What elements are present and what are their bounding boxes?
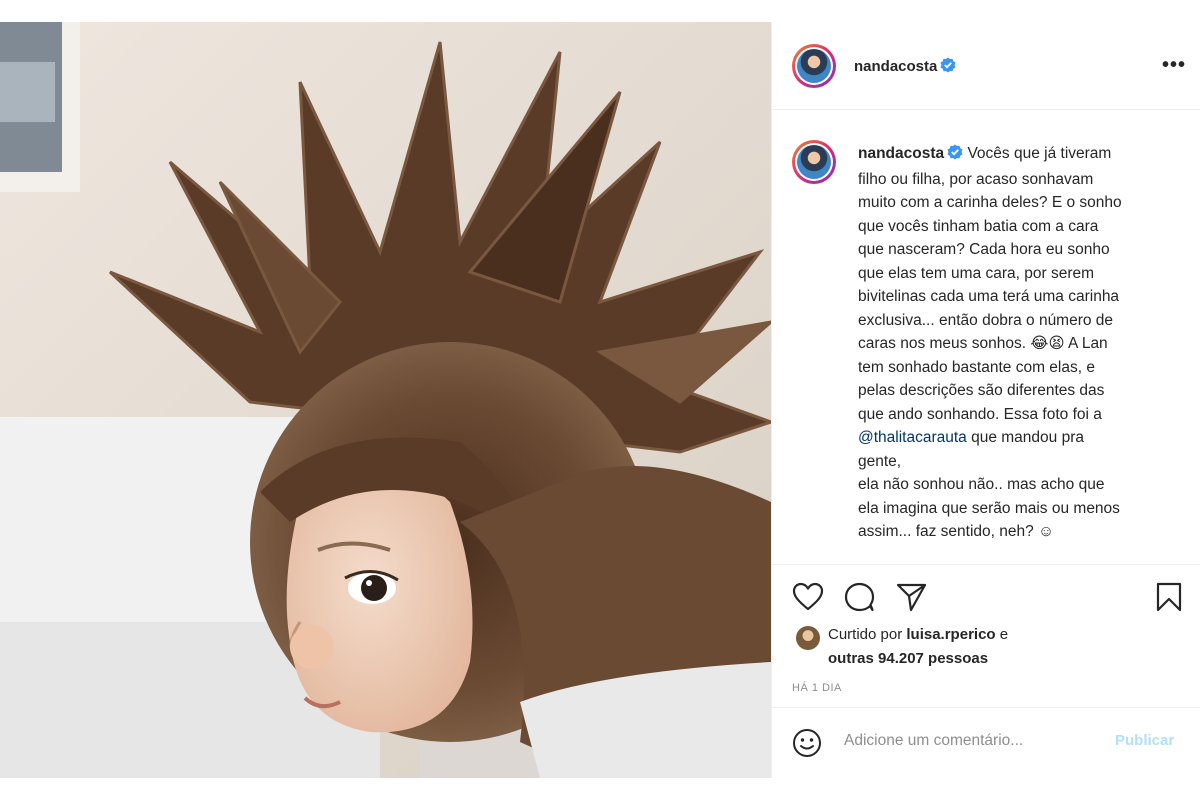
caption-line: pelas descrições são diferentes das <box>858 382 1105 399</box>
publish-button[interactable]: Publicar <box>1115 732 1174 749</box>
more-options-icon[interactable]: ••• <box>1162 54 1186 77</box>
caption-line: assim... faz sentido, neh? ☺ <box>858 523 1054 540</box>
caption-line: ela não sonhou não.. mas acho que <box>858 476 1105 493</box>
post-actions: Curtido por luisa.rperico e outras 94.20… <box>772 564 1200 778</box>
baby-photo-image <box>0 22 771 778</box>
bookmark-icon[interactable] <box>1155 582 1183 617</box>
caption-line: caras nos meus sonhos. 😂😫 A Lan <box>858 335 1108 352</box>
post-dialog: nandacosta ••• nandacosta Vocês que já t… <box>0 22 1200 778</box>
caption-line: que ando sonhando. Essa foto foi a <box>858 405 1102 423</box>
liker-avatar[interactable] <box>796 626 820 650</box>
caption-line: que elas tem uma cara, por serem <box>858 264 1095 282</box>
comment-input[interactable] <box>844 732 1104 750</box>
share-icon[interactable] <box>896 582 928 617</box>
add-comment-bar: Publicar <box>772 707 1200 779</box>
caption-line: Vocês que já tiveram <box>967 145 1112 162</box>
caption-author-username[interactable]: nandacosta <box>858 145 944 162</box>
caption-line: filho ou filha, por acaso sonhavam <box>858 170 1094 188</box>
caption-mention-link[interactable]: @thalitacarauta <box>858 429 967 446</box>
likes-summary[interactable]: Curtido por luisa.rperico e outras 94.20… <box>828 623 1008 671</box>
caption-line: que mandou pra <box>966 429 1084 446</box>
author-username-text[interactable]: nandacosta <box>854 58 937 75</box>
caption-line: muito com a carinha deles? E o sonho <box>858 194 1122 211</box>
comment-icon[interactable] <box>844 582 876 617</box>
liked-by-others[interactable]: outras 94.207 pessoas <box>828 650 988 667</box>
caption-line: exclusiva... então dobra o número de <box>858 311 1114 329</box>
caption-line: bivitelinas cada uma terá uma carinha <box>858 288 1120 305</box>
caption-line: que nasceram? Cada hora eu sonho <box>858 241 1110 258</box>
post-header: nandacosta ••• <box>772 22 1200 110</box>
caption-author-avatar[interactable] <box>792 140 836 184</box>
post-timestamp[interactable]: HÁ 1 DIA <box>792 682 842 694</box>
liked-by-user[interactable]: luisa.rperico <box>906 626 995 643</box>
liked-by-prefix: Curtido por <box>828 626 907 643</box>
author-avatar[interactable] <box>792 44 836 88</box>
caption-line: que vocês tinham batia com a cara <box>858 217 1099 235</box>
heart-icon[interactable] <box>792 582 824 617</box>
comments-area: nandacosta Vocês que já tiveram filho ou… <box>772 110 1200 564</box>
author-username[interactable]: nandacosta <box>854 57 956 77</box>
post-sidebar: nandacosta ••• nandacosta Vocês que já t… <box>771 22 1200 778</box>
post-caption: nandacosta Vocês que já tiveram filho ou… <box>858 142 1158 544</box>
caption-line: ela imagina que serão mais ou menos <box>858 499 1120 517</box>
post-photo[interactable] <box>0 22 771 778</box>
caption-line: gente, <box>858 452 902 470</box>
emoji-icon[interactable] <box>792 728 822 763</box>
liked-by-mid: e <box>995 626 1009 643</box>
verified-badge-icon <box>947 144 963 168</box>
caption-line: tem sonhado bastante com elas, e <box>858 358 1095 376</box>
verified-badge-icon <box>940 57 956 77</box>
